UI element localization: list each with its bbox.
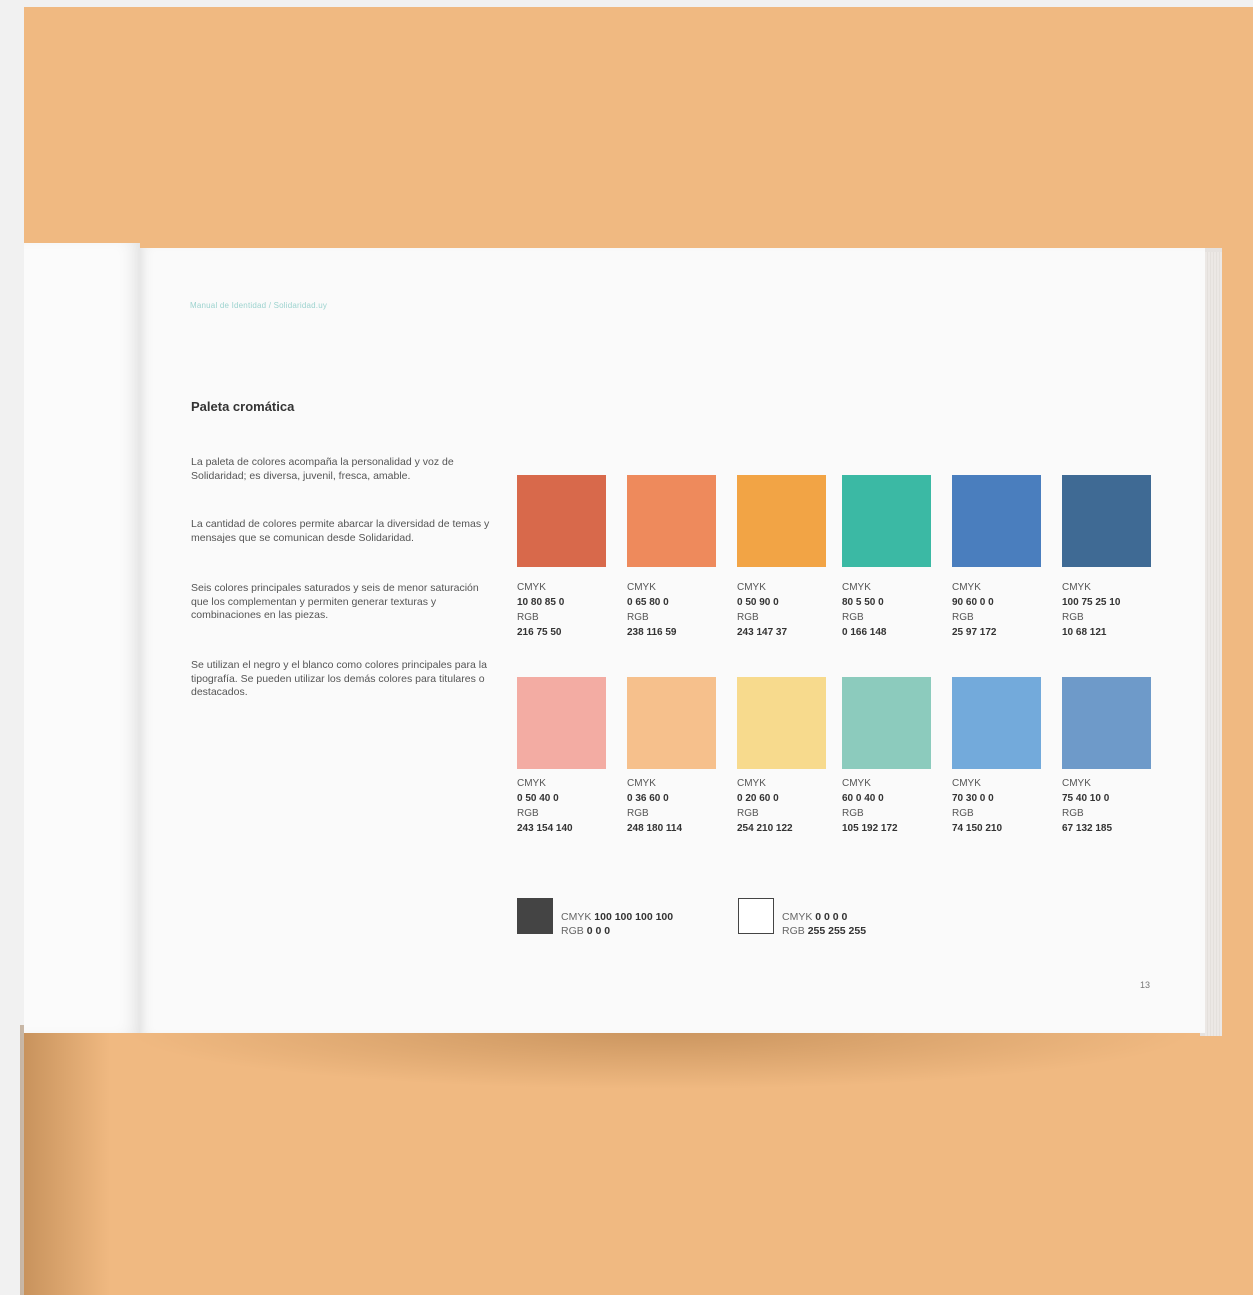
rgb-value: 216 75 50	[517, 627, 562, 638]
book-shadow	[20, 1025, 110, 1295]
cmyk-label: CMYK	[842, 778, 871, 789]
color-swatch	[517, 677, 606, 769]
swatch-label: CMYK 60 0 40 0 RGB 105 192 172	[842, 776, 898, 836]
cmyk-value: 100 75 25 10	[1062, 597, 1121, 608]
cmyk-value: 0 50 40 0	[517, 793, 559, 804]
color-swatch	[842, 677, 931, 769]
swatch-label: CMYK 0 50 40 0 RGB 243 154 140	[517, 776, 573, 836]
right-page: Manual de Identidad / Solidaridad.uy Pal…	[140, 248, 1205, 1033]
swatch-label: CMYK 70 30 0 0 RGB 74 150 210	[952, 776, 1002, 836]
swatch-label: CMYK 75 40 10 0 RGB 67 132 185	[1062, 776, 1112, 836]
cmyk-value: 60 0 40 0	[842, 793, 884, 804]
rgb-label: RGB	[517, 612, 539, 623]
color-swatch	[1062, 677, 1151, 769]
cmyk-label: CMYK	[952, 778, 981, 789]
swatch-label: CMYK 100 75 25 10 RGB 10 68 121	[1062, 580, 1120, 640]
cmyk-label: CMYK	[517, 582, 546, 593]
page-number: 13	[1140, 980, 1151, 990]
cmyk-value: 75 40 10 0	[1062, 793, 1110, 804]
cmyk-value: 70 30 0 0	[952, 793, 994, 804]
cmyk-value: 0 20 60 0	[737, 793, 779, 804]
swatch-label: CMYK 0 65 80 0 RGB 238 116 59	[627, 580, 677, 640]
rgb-value: 10 68 121	[1062, 627, 1107, 638]
color-swatch	[737, 475, 826, 567]
color-swatch	[737, 677, 826, 769]
rgb-label: RGB	[627, 808, 649, 819]
swatch-label: CMYK 0 20 60 0 RGB 254 210 122	[737, 776, 793, 836]
rgb-value: 238 116 59	[627, 627, 677, 638]
cmyk-label: CMYK	[627, 582, 656, 593]
color-swatch	[517, 475, 606, 567]
cmyk-value: 80 5 50 0	[842, 597, 884, 608]
color-swatch	[627, 677, 716, 769]
rgb-label: RGB	[737, 808, 759, 819]
rgb-value: 243 147 37	[737, 627, 788, 638]
color-swatch	[952, 475, 1041, 567]
swatch-label: CMYK 0 36 60 0 RGB 248 180 114	[627, 776, 682, 836]
rgb-value: 248 180 114	[627, 823, 683, 834]
paragraph-3: Seis colores principales saturados y sei…	[191, 582, 479, 621]
cmyk-value: 10 80 85 0	[517, 597, 565, 608]
cmyk-label: CMYK	[517, 778, 546, 789]
rgb-value: 105 192 172	[842, 823, 898, 834]
rgb-label: RGB	[842, 808, 864, 819]
cmyk-label: CMYK	[737, 582, 766, 593]
rgb-value: 243 154 140	[517, 823, 573, 834]
swatch-label: CMYK 10 80 85 0 RGB 216 75 50	[517, 580, 564, 640]
cmyk-label: CMYK	[952, 582, 981, 593]
page-header: Manual de Identidad / Solidaridad.uy	[190, 301, 328, 310]
rgb-value: 254 210 122	[737, 823, 793, 834]
rgb-label: RGB	[952, 808, 974, 819]
paragraph-1: La paleta de colores acompaña la persona…	[191, 456, 454, 482]
paragraph-2: La cantidad de colores permite abarcar l…	[191, 518, 490, 544]
left-page	[24, 243, 140, 1033]
rgb-label: RGB	[737, 612, 759, 623]
color-swatch	[1062, 475, 1151, 567]
cmyk-label: CMYK	[1062, 582, 1091, 593]
page-edge-stack	[1205, 252, 1222, 1036]
rgb-value: 25 97 172	[952, 627, 997, 638]
cmyk-value: 90 60 0 0	[952, 597, 994, 608]
rgb-label: RGB	[517, 808, 539, 819]
cmyk-value: 0 65 80 0	[627, 597, 669, 608]
rgb-label: RGB	[1062, 612, 1084, 623]
rgb-value: 0 166 148	[842, 627, 887, 638]
swatch-label: CMYK 0 50 90 0 RGB 243 147 37	[737, 580, 787, 640]
white-swatch-label: CMYK 0 0 0 0 RGB 255 255 255	[782, 911, 867, 937]
black-swatch	[517, 898, 553, 934]
page-shadow	[120, 1030, 1200, 1090]
color-swatch	[627, 475, 716, 567]
cmyk-value: 0 50 90 0	[737, 597, 779, 608]
cmyk-value: 0 36 60 0	[627, 793, 669, 804]
color-swatch	[842, 475, 931, 567]
rgb-label: RGB	[842, 612, 864, 623]
rgb-label: RGB	[1062, 808, 1084, 819]
cmyk-label: CMYK	[627, 778, 656, 789]
rgb-value: 67 132 185	[1062, 823, 1113, 834]
cmyk-label: CMYK	[842, 582, 871, 593]
rgb-value: 74 150 210	[952, 823, 1003, 834]
swatch-label: CMYK 90 60 0 0 RGB 25 97 172	[952, 580, 997, 640]
cmyk-label: CMYK	[737, 778, 766, 789]
swatch-label: CMYK 80 5 50 0 RGB 0 166 148	[842, 580, 887, 640]
rgb-label: RGB	[627, 612, 649, 623]
page-title: Paleta cromática	[191, 399, 295, 414]
rgb-label: RGB	[952, 612, 974, 623]
color-swatch	[952, 677, 1041, 769]
black-swatch-label: CMYK 100 100 100 100 RGB 0 0 0	[561, 911, 674, 937]
paragraph-4: Se utilizan el negro y el blanco como co…	[191, 659, 487, 698]
cmyk-label: CMYK	[1062, 778, 1091, 789]
white-swatch	[738, 898, 774, 934]
